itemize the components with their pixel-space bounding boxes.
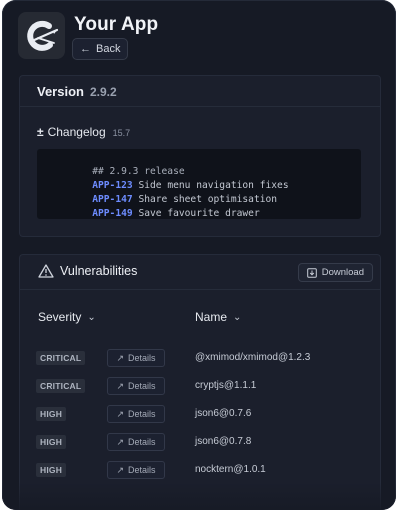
changelog-label: Changelog — [47, 125, 106, 139]
package-name: json6@0.7.6 — [195, 408, 252, 419]
package-name: @xmimod/xmimod@1.2.3 — [195, 352, 311, 363]
plus-minus-icon: ± — [37, 125, 44, 139]
details-button-label: Details — [128, 353, 156, 363]
chevron-down-icon: ⌄ — [233, 311, 242, 323]
severity-column-label: Severity — [38, 310, 82, 324]
download-button[interactable]: Download — [297, 263, 373, 282]
version-divider — [20, 106, 380, 107]
version-card: Version 2.9.2 ± Changelog 15.7 ## 2.9.3 … — [19, 75, 381, 237]
code-line-text: Save favourite drawer — [138, 208, 260, 219]
app-header: Your App ← Back — [18, 12, 384, 64]
changelog-count: 15.7 — [112, 128, 131, 138]
version-number: 2.9.2 — [89, 85, 117, 99]
external-link-icon: ↗ — [116, 464, 125, 475]
name-column-header[interactable]: Name ⌄ — [195, 310, 241, 324]
details-button[interactable]: ↗ Details — [107, 377, 165, 395]
arrow-left-icon: ← — [80, 43, 91, 55]
changelog-code-block: ## 2.9.3 release APP-123 Side menu navig… — [37, 149, 361, 219]
version-label: Version — [37, 84, 84, 99]
external-link-icon: ↗ — [116, 408, 125, 419]
severity-column-header[interactable]: Severity ⌄ — [38, 310, 96, 324]
severity-badge: CRITICAL — [36, 379, 86, 393]
details-button-label: Details — [128, 465, 156, 475]
app-logo — [18, 12, 65, 59]
app-window: Your App ← Back Version 2.9.2 ± Changelo… — [2, 0, 396, 510]
details-button-label: Details — [128, 437, 156, 447]
table-row: HIGH ↗ Details json6@0.7.6 — [20, 400, 380, 428]
name-column-label: Name — [195, 310, 228, 324]
warning-icon — [38, 264, 54, 278]
severity-badge: HIGH — [36, 463, 67, 477]
chevron-down-icon: ⌄ — [87, 311, 96, 323]
version-heading: Version 2.9.2 — [37, 84, 117, 99]
code-line: APP-149 Save favourite drawer — [46, 197, 260, 230]
external-link-icon: ↗ — [116, 380, 125, 391]
severity-badge: HIGH — [36, 407, 67, 421]
table-row: CRITICAL ↗ Details cryptjs@1.1.1 — [20, 372, 380, 400]
vulnerabilities-divider — [20, 289, 380, 290]
package-name: nocktern@1.0.1 — [195, 464, 266, 475]
download-icon — [306, 267, 317, 278]
scroll-fade — [2, 482, 396, 510]
details-button-label: Details — [128, 381, 156, 391]
vulnerabilities-title: Vulnerabilities — [60, 264, 138, 278]
app-logo-icon — [26, 20, 58, 51]
table-row: HIGH ↗ Details nocktern@1.0.1 — [20, 456, 380, 484]
details-button-label: Details — [128, 409, 156, 419]
external-link-icon: ↗ — [116, 436, 125, 447]
details-button[interactable]: ↗ Details — [107, 461, 165, 479]
table-row: CRITICAL ↗ Details @xmimod/xmimod@1.2.3 — [20, 344, 380, 372]
download-button-label: Download — [321, 267, 364, 278]
ticket-key: APP-149 — [92, 208, 133, 219]
details-button[interactable]: ↗ Details — [107, 349, 165, 367]
severity-badge: CRITICAL — [36, 351, 86, 365]
changelog-heading[interactable]: ± Changelog 15.7 — [37, 125, 130, 139]
package-name: json6@0.7.8 — [195, 436, 252, 447]
back-button[interactable]: ← Back — [72, 38, 129, 60]
vulnerabilities-card: Vulnerabilities Download Severity ⌄ Name… — [19, 254, 381, 510]
external-link-icon: ↗ — [116, 352, 125, 363]
details-button[interactable]: ↗ Details — [107, 405, 165, 423]
table-row: HIGH ↗ Details json6@0.7.8 — [20, 428, 380, 456]
app-title: Your App — [74, 14, 159, 35]
back-button-label: Back — [96, 43, 121, 55]
vulnerabilities-heading: Vulnerabilities — [38, 264, 137, 278]
package-name: cryptjs@1.1.1 — [195, 380, 257, 391]
details-button[interactable]: ↗ Details — [107, 433, 165, 451]
severity-badge: HIGH — [36, 435, 67, 449]
